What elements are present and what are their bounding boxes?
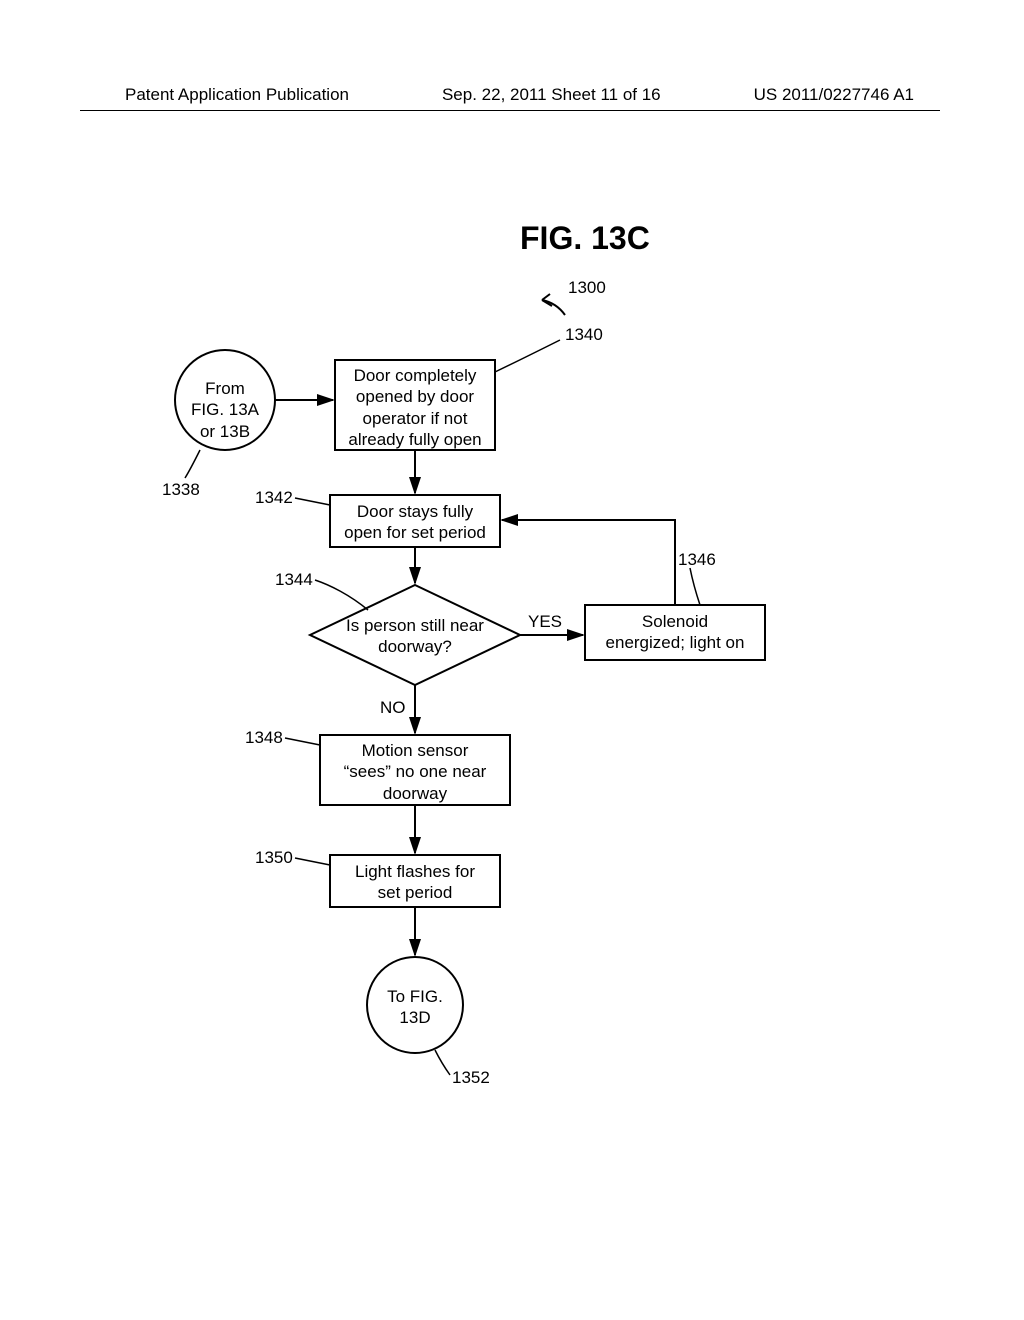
header-right: US 2011/0227746 A1 [754,85,914,105]
header-center: Sep. 22, 2011 Sheet 11 of 16 [442,85,661,105]
leader-1338 [185,450,200,478]
leader-1344 [315,580,368,610]
leader-1346 [690,568,700,605]
ref-1340: 1340 [565,325,603,345]
b1346-l2: energized; light on [606,633,745,652]
from-l1: From [205,379,245,398]
diamond-1344-text: Is person still near doorway? [335,615,495,658]
b1348-l3: doorway [383,784,447,803]
box-1340-text: Door completely opened by door operator … [340,365,490,450]
b1340-l2: opened by door [356,387,474,406]
from-l3: or 13B [200,422,250,441]
ref-1352: 1352 [452,1068,490,1088]
label-yes: YES [528,612,562,632]
header-rule [80,110,940,111]
to-l1: To FIG. [387,987,443,1006]
ref-1300: 1300 [568,278,606,298]
figure-title: FIG. 13C [520,220,650,257]
ref-1344: 1344 [275,570,313,590]
ref-1338: 1338 [162,480,200,500]
b1340-l4: already fully open [348,430,481,449]
box-1348-text: Motion sensor “sees” no one near doorway [325,740,505,804]
page-header: Patent Application Publication Sep. 22, … [0,85,1024,105]
b1348-l2: “sees” no one near [344,762,487,781]
box-1346-text: Solenoid energized; light on [590,611,760,654]
ref-1342: 1342 [255,488,293,508]
leader-1352 [435,1050,450,1075]
b1348-l1: Motion sensor [362,741,469,760]
leader-1342 [295,498,330,505]
b1342-l2: open for set period [344,523,486,542]
to-l2: 13D [399,1008,430,1027]
b1340-l1: Door completely [354,366,477,385]
b1346-l1: Solenoid [642,612,708,631]
box-1342-text: Door stays fully open for set period [335,501,495,544]
b1350-l1: Light flashes for [355,862,475,881]
b1350-l2: set period [378,883,453,902]
leader-1350 [295,858,330,865]
to-connector-text: To FIG. 13D [375,986,455,1029]
b1340-l3: operator if not [363,409,468,428]
ref-1350: 1350 [255,848,293,868]
ref-1346: 1346 [678,550,716,570]
header-left: Patent Application Publication [125,85,349,105]
leader-1348 [285,738,320,745]
from-l2: FIG. 13A [191,400,259,419]
leader-1340 [495,340,560,372]
from-connector-text: From FIG. 13A or 13B [185,378,265,442]
ref-1300-hook-arrow [542,294,552,306]
arrow-1346-1342 [502,520,675,605]
ref-1348: 1348 [245,728,283,748]
box-1350-text: Light flashes for set period [335,861,495,904]
b1342-l1: Door stays fully [357,502,473,521]
label-no: NO [380,698,406,718]
flowchart: 1300 1338 1340 1342 1344 1346 1348 1350 … [120,280,840,1130]
